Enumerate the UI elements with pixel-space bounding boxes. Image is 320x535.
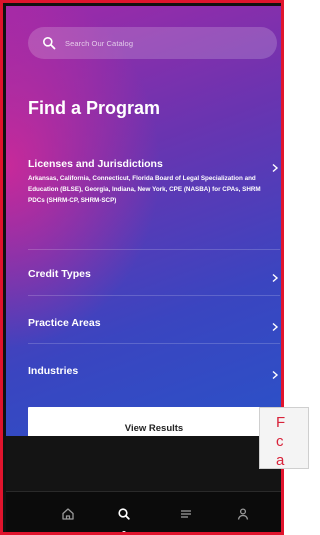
dark-band [6,436,281,491]
user-icon[interactable] [235,506,251,522]
chevron-right-icon [270,270,280,283]
search-icon[interactable] [116,506,132,522]
home-icon[interactable] [60,506,76,522]
chevron-right-icon [270,319,280,332]
tooltip-line: c [276,433,284,450]
filter-credit-types[interactable]: Credit Types [28,268,280,283]
filter-label: Practice Areas [28,317,101,329]
filter-description: Arkansas, California, Connecticut, Flori… [28,175,261,204]
divider [28,295,280,296]
truncated-tooltip: F c a [259,407,309,469]
chevron-right-icon [270,160,280,173]
active-tab-indicator [122,531,126,532]
divider [28,249,280,250]
tooltip-line: a [276,452,285,469]
tooltip-line: F [276,414,286,431]
filter-label: Credit Types [28,268,91,280]
search-placeholder: Search Our Catalog [65,38,134,48]
page-title: Find a Program [28,98,161,118]
bottom-nav [6,491,281,532]
filter-practice-areas[interactable]: Practice Areas [28,317,280,332]
divider [28,343,280,344]
filter-licenses-and-jurisdictions[interactable]: Licenses and Jurisdictions Arkansas, Cal… [28,158,280,206]
search-icon [42,36,56,50]
menu-icon[interactable] [178,506,194,522]
filter-industries[interactable]: Industries [28,365,280,380]
filter-label: Industries [28,365,79,377]
phone-frame: Search Our Catalog Find a Program Licens… [0,0,284,535]
filter-label: Licenses and Jurisdictions [28,158,163,170]
app-screen: Search Our Catalog Find a Program Licens… [6,6,281,532]
chevron-right-icon [270,367,280,380]
search-input[interactable]: Search Our Catalog [28,27,277,59]
